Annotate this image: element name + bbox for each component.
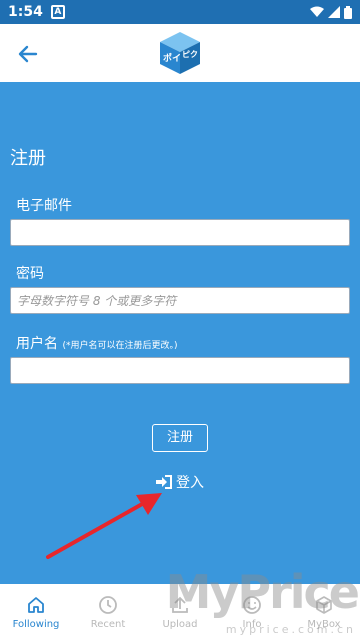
- password-label: 密码: [16, 266, 44, 282]
- register-button[interactable]: 注册: [152, 424, 208, 452]
- annotation-arrow-icon: [46, 493, 162, 559]
- app-bar: ポイ ピク: [0, 24, 360, 82]
- login-label: 登入: [176, 475, 204, 491]
- svg-text:ポイ: ポイ: [163, 52, 181, 64]
- nav-item-mybox[interactable]: MyBox: [288, 584, 360, 641]
- nav-label: Following: [12, 619, 60, 630]
- bottom-nav: Following Recent Upload Info MyBox: [0, 584, 360, 641]
- email-label: 电子邮件: [16, 198, 72, 214]
- nav-label: Recent: [90, 619, 126, 630]
- smiley-icon: [243, 596, 261, 614]
- password-field[interactable]: [10, 287, 350, 314]
- username-field[interactable]: [10, 357, 350, 384]
- email-field[interactable]: [10, 219, 350, 246]
- username-label: 用户名 (*用户名可以在注册后更改。): [16, 333, 177, 353]
- battery-icon: [344, 5, 352, 19]
- notification-app-icon: A: [50, 5, 65, 19]
- username-hint: (*用户名可以在注册后更改。): [62, 341, 178, 351]
- status-time: 1:54: [8, 4, 43, 20]
- nav-item-info[interactable]: Info: [216, 584, 288, 641]
- wifi-icon: [310, 6, 324, 17]
- nav-label: MyBox: [307, 619, 341, 630]
- box-icon: [316, 596, 332, 614]
- nav-item-upload[interactable]: Upload: [144, 584, 216, 641]
- clock-icon: [99, 596, 117, 614]
- nav-label: Upload: [162, 619, 198, 630]
- upload-icon: [172, 596, 188, 613]
- signal-icon: [328, 6, 340, 18]
- svg-text:ピク: ピク: [182, 49, 198, 59]
- nav-label: Info: [242, 619, 262, 630]
- status-icons: [310, 5, 352, 19]
- nav-item-following[interactable]: Following: [0, 584, 72, 641]
- username-label-text: 用户名: [16, 336, 58, 352]
- app-logo: ポイ ピク: [160, 32, 200, 74]
- nav-item-recent[interactable]: Recent: [72, 584, 144, 641]
- home-icon: [28, 597, 44, 613]
- back-arrow-icon[interactable]: [14, 40, 42, 68]
- status-bar: 1:54 A: [0, 0, 360, 24]
- page-title: 注册: [10, 148, 46, 169]
